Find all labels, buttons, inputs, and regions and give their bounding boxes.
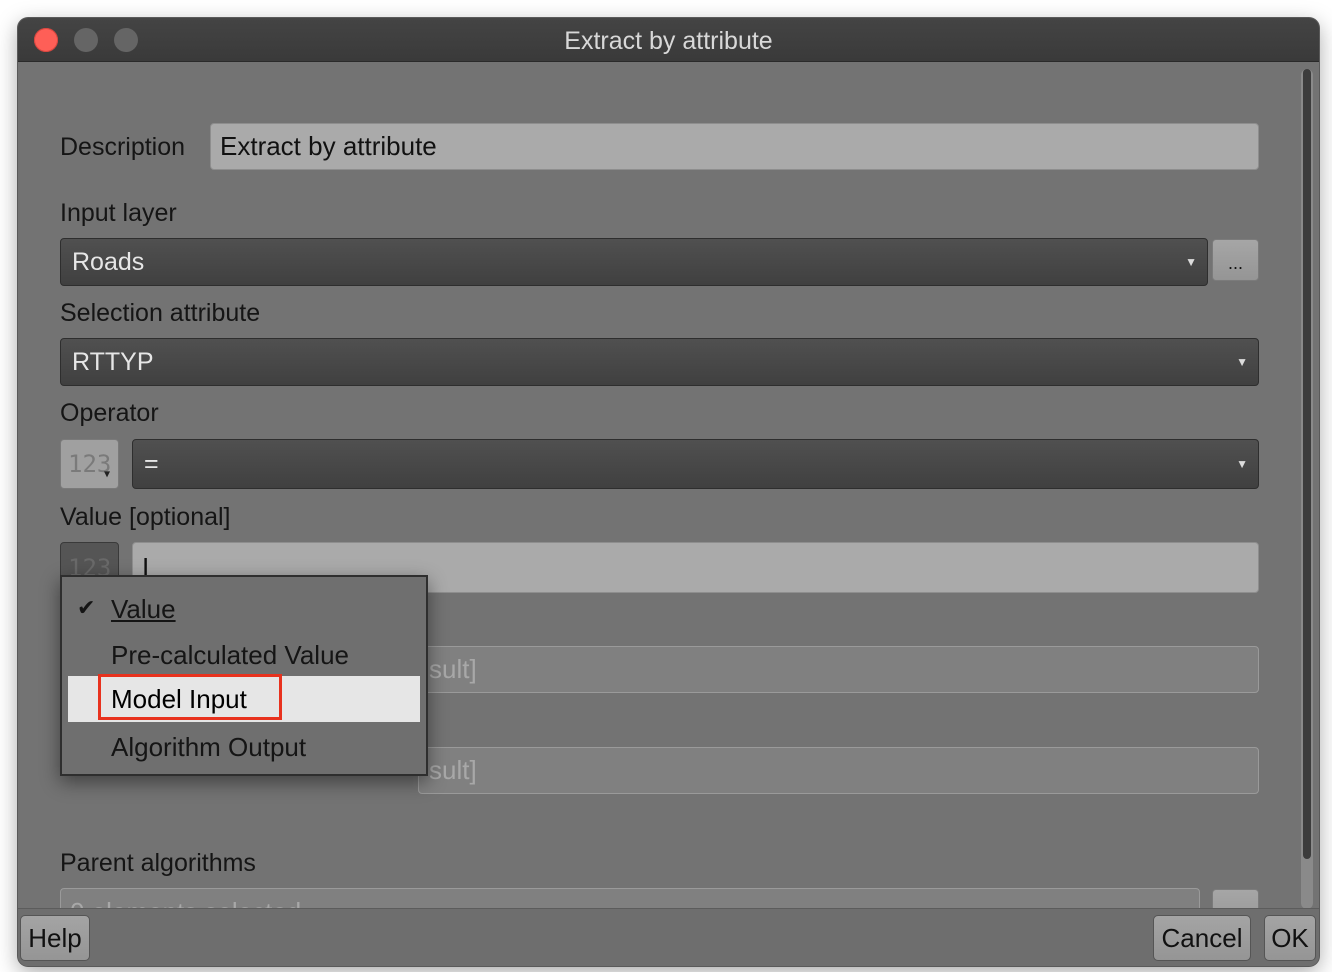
button-bar: Help Cancel OK <box>18 908 1319 966</box>
selection-attribute-combo[interactable]: RTTYP ▼ <box>60 338 1259 386</box>
scrollbar-thumb[interactable] <box>1303 69 1311 859</box>
menu-item-model-input[interactable]: Model Input <box>68 674 420 722</box>
dropdown-arrow-icon: ▼ <box>1236 457 1248 471</box>
ok-button[interactable]: OK <box>1264 915 1316 961</box>
checkmark-icon: ✔ <box>77 595 96 620</box>
dropdown-arrow-icon: ▼ <box>1185 255 1197 269</box>
menu-item-value[interactable]: ✔ Value <box>68 586 420 632</box>
cancel-button[interactable]: Cancel <box>1153 915 1251 961</box>
dropdown-arrow-icon: ▼ <box>103 469 110 480</box>
selection-attribute-label: Selection attribute <box>60 299 261 327</box>
operator-combo[interactable]: = ▼ <box>132 439 1259 489</box>
menu-item-algorithm-output[interactable]: Algorithm Output <box>68 724 420 770</box>
menu-item-pre-calculated-value[interactable]: Pre-calculated Value <box>68 632 420 678</box>
parent-algorithms-label: Parent algorithms <box>60 849 256 877</box>
dialog-window: Extract by attribute Description Extract… <box>18 18 1319 966</box>
operator-value: = <box>144 449 159 478</box>
dropdown-arrow-icon: ▼ <box>1236 355 1248 369</box>
window-title: Extract by attribute <box>564 27 773 55</box>
vertical-scrollbar[interactable] <box>1301 69 1313 909</box>
help-button[interactable]: Help <box>20 915 90 961</box>
input-layer-value: Roads <box>72 247 145 276</box>
input-layer-browse-button[interactable]: ... <box>1212 239 1259 281</box>
input-layer-label: Input layer <box>60 199 177 227</box>
operator-label: Operator <box>60 399 159 427</box>
selection-attribute-value: RTTYP <box>72 347 154 376</box>
description-label: Description <box>60 133 186 161</box>
output-field-1[interactable]: sult] <box>418 646 1259 693</box>
operator-source-button[interactable]: 123 ▼ <box>60 439 119 489</box>
title-bar[interactable]: Extract by attribute <box>18 18 1319 62</box>
description-field[interactable]: Extract by attribute <box>210 123 1259 170</box>
input-layer-combo[interactable]: Roads ▼ <box>60 238 1208 286</box>
output-field-2[interactable]: sult] <box>418 747 1259 794</box>
value-source-menu: ✔ Value Pre-calculated Value Model Input… <box>60 575 428 776</box>
value-label: Value [optional] <box>60 503 231 531</box>
parameters-panel: Description Extract by attribute Input l… <box>18 63 1319 936</box>
